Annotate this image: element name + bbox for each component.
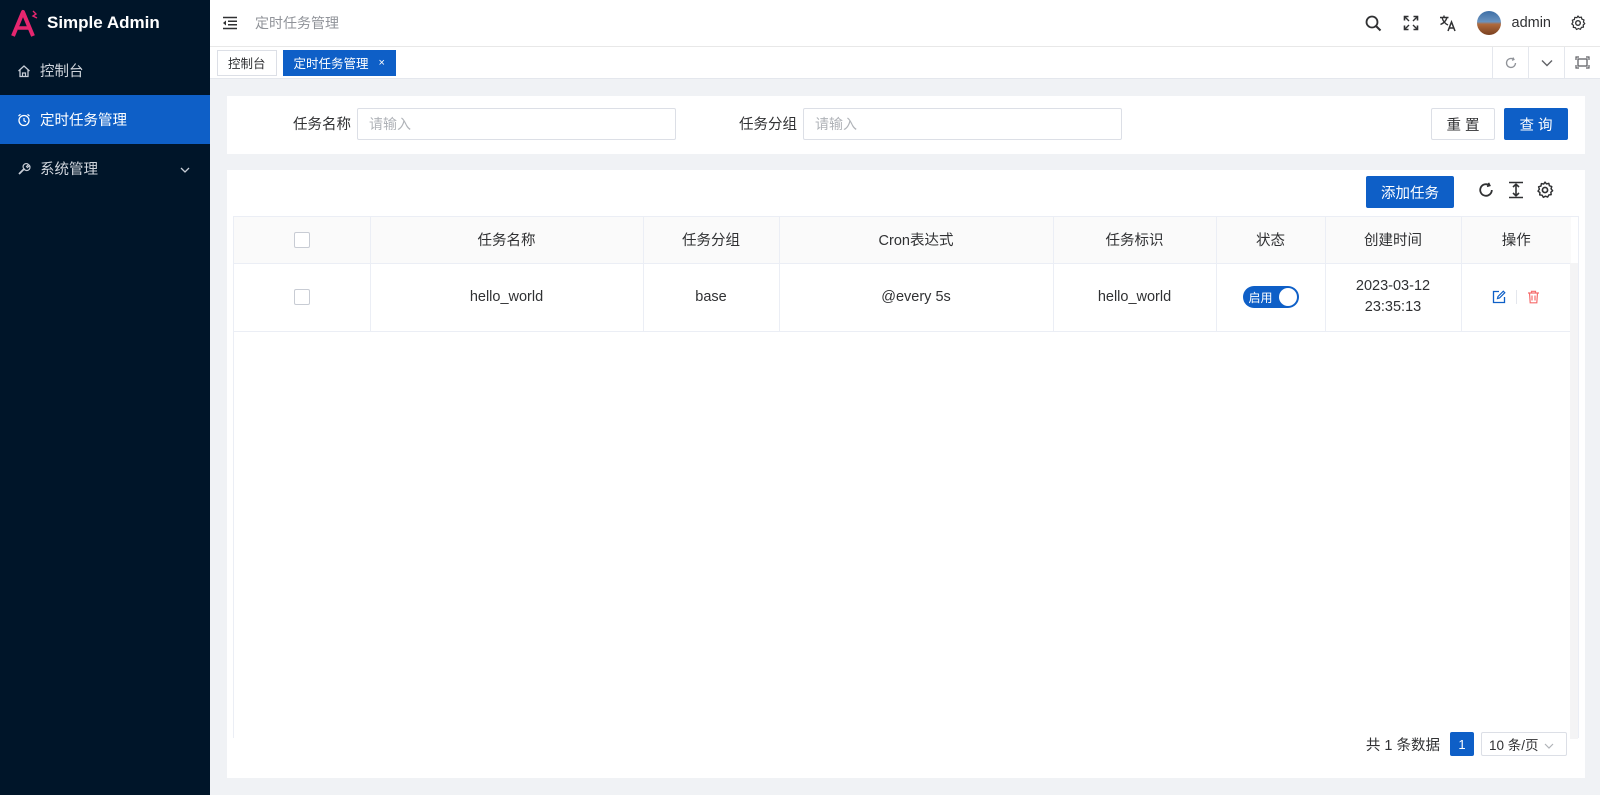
sidebar-item-system[interactable]: 系统管理	[0, 144, 210, 193]
actions-cell	[1461, 263, 1572, 332]
task-name-cell: hello_world	[370, 263, 644, 332]
add-task-button[interactable]: 添加任务	[1366, 176, 1454, 208]
task-group-label: 任务分组	[739, 117, 797, 133]
row-select-cell	[234, 263, 371, 332]
query-button[interactable]: 查 询	[1504, 108, 1568, 140]
settings-icon[interactable]	[1535, 180, 1555, 200]
column-header[interactable]: 任务分组	[643, 217, 780, 264]
maximize-icon[interactable]	[1564, 46, 1600, 79]
alarm-clock-icon	[17, 113, 31, 127]
page-size-value: 10 条/页	[1489, 738, 1539, 753]
table-header-row: 任务名称 任务分组 Cron表达式 任务标识 状态 创建时间 操作	[234, 217, 1571, 264]
logo-icon	[10, 8, 40, 38]
sidebar-item-label: 控制台	[40, 64, 84, 80]
column-height-icon[interactable]	[1506, 180, 1526, 200]
created-time-cell: 2023-03-12 23:35:13	[1325, 263, 1462, 332]
chevron-down-icon[interactable]	[1528, 46, 1564, 79]
table-row: hello_world base @every 5s hello_world 启…	[234, 263, 1572, 332]
avatar[interactable]	[1476, 11, 1501, 35]
search-icon[interactable]	[1364, 13, 1384, 33]
cron-cell: @every 5s	[779, 263, 1054, 332]
status-switch[interactable]: 启用	[1242, 286, 1299, 308]
logo: Simple Admin	[0, 0, 210, 46]
refresh-icon[interactable]	[1476, 180, 1496, 200]
home-icon	[17, 64, 31, 78]
task-table: 任务名称 任务分组 Cron表达式 任务标识 状态 创建时间 操作 hello_…	[233, 216, 1579, 739]
sidebar-item-label: 系统管理	[40, 162, 98, 178]
created-time: 23:35:13	[1364, 299, 1422, 315]
status-cell: 启用	[1216, 263, 1326, 332]
task-key-cell: hello_world	[1053, 263, 1217, 332]
select-all-checkbox[interactable]	[293, 231, 310, 248]
reset-button[interactable]: 重 置	[1431, 108, 1495, 140]
column-header[interactable]: Cron表达式	[779, 217, 1054, 264]
task-name-label: 任务名称	[293, 117, 351, 133]
column-header[interactable]: 操作	[1461, 217, 1571, 264]
sidebar-item-cron-tasks[interactable]: 定时任务管理	[0, 95, 210, 144]
fullscreen-icon[interactable]	[1401, 13, 1421, 33]
header-actions: admin	[1364, 11, 1600, 35]
task-group-input[interactable]	[803, 108, 1122, 140]
tabs-bar: 控制台 定时任务管理 ×	[210, 46, 1600, 79]
table-scrollbar[interactable]	[1570, 263, 1578, 739]
created-date: 2023-03-12	[1355, 278, 1431, 294]
username[interactable]: admin	[1512, 15, 1552, 31]
pagination: 共 1 条数据 1 10 条/页	[1366, 732, 1567, 756]
translate-icon[interactable]	[1438, 13, 1458, 33]
chevron-down-icon	[180, 161, 190, 177]
sidebar: Simple Admin 控制台 定时任务管理 系统管理	[0, 0, 210, 795]
tab-dashboard[interactable]: 控制台	[217, 49, 277, 76]
refresh-icon[interactable]	[1492, 46, 1528, 79]
sidebar-item-dashboard[interactable]: 控制台	[0, 46, 210, 95]
delete-icon[interactable]	[1526, 289, 1542, 305]
menu-fold-icon[interactable]	[220, 13, 240, 33]
task-group-cell: base	[643, 263, 780, 332]
page-number-button[interactable]: 1	[1450, 732, 1474, 756]
close-icon[interactable]: ×	[379, 57, 385, 69]
column-header[interactable]: 任务标识	[1053, 217, 1217, 264]
top-header: 定时任务管理 admin	[210, 0, 1600, 47]
row-checkbox[interactable]	[293, 289, 310, 306]
task-name-input[interactable]	[357, 108, 676, 140]
select-all-cell	[234, 217, 371, 264]
settings-icon[interactable]	[1568, 13, 1588, 33]
wrench-icon	[17, 162, 31, 176]
chevron-down-icon	[1544, 737, 1554, 752]
tabs-actions	[1492, 46, 1600, 79]
sidebar-item-label: 定时任务管理	[40, 113, 127, 129]
tab-label: 控制台	[228, 57, 266, 71]
tab-cron-tasks[interactable]: 定时任务管理 ×	[282, 49, 396, 76]
breadcrumb: 定时任务管理	[255, 15, 339, 31]
app-title: Simple Admin	[47, 13, 160, 32]
edit-icon[interactable]	[1491, 289, 1507, 305]
search-panel: 任务名称 任务分组 重 置 查 询	[227, 96, 1585, 154]
row-actions	[1462, 289, 1572, 305]
action-divider	[1515, 290, 1517, 304]
tab-label: 定时任务管理	[293, 57, 369, 71]
column-header[interactable]: 状态	[1216, 217, 1326, 264]
status-switch-label: 启用	[1248, 290, 1273, 305]
table-panel: 添加任务 任务名称 任务分组 Cron表达式 任务标识 状态 创建时间 操作 h…	[227, 170, 1585, 778]
page-size-select[interactable]: 10 条/页	[1481, 732, 1567, 756]
switch-knob	[1278, 288, 1297, 306]
column-header[interactable]: 创建时间	[1325, 217, 1462, 264]
pagination-total: 共 1 条数据	[1365, 737, 1440, 754]
column-header[interactable]: 任务名称	[370, 217, 644, 264]
